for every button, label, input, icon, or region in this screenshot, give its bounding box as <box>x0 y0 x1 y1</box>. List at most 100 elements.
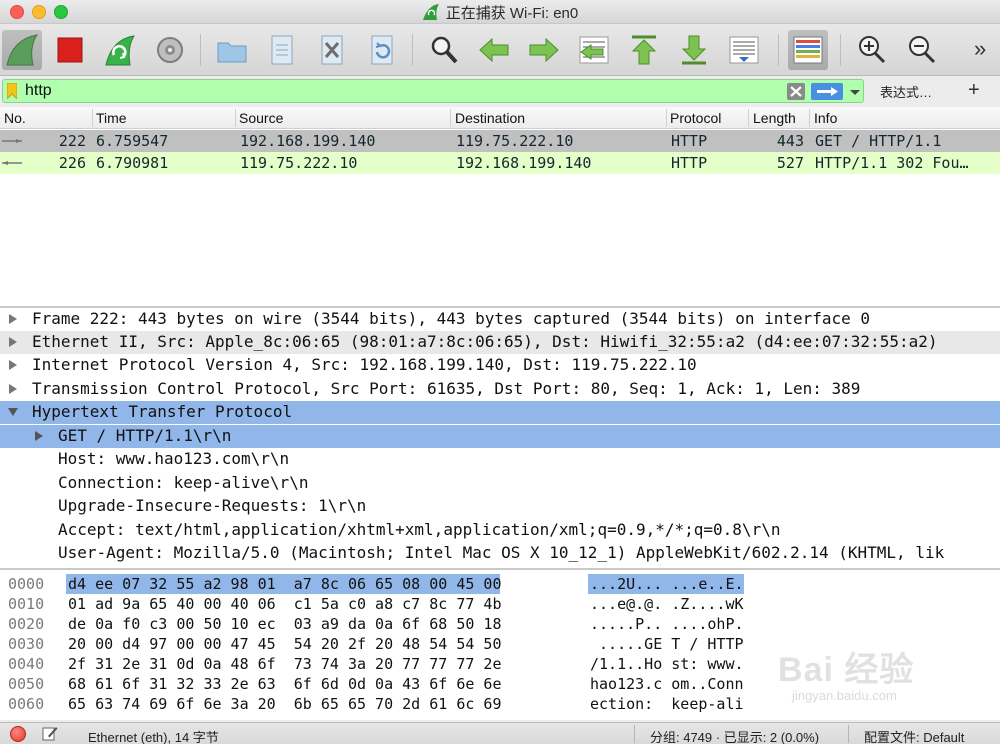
window-title: 正在捕获 Wi-Fi: en0 <box>445 5 579 22</box>
zoom-out-icon[interactable] <box>902 30 942 70</box>
tree-item-label: Frame 222: 443 bytes on wire (3544 bits)… <box>32 309 871 328</box>
packet-protocol: HTTP <box>671 132 708 150</box>
tree-item-label: Host: www.hao123.com\r\n <box>58 449 290 468</box>
tree-item-frame[interactable]: Frame 222: 443 bytes on wire (3544 bits)… <box>0 308 1000 331</box>
tree-item-upgrade[interactable]: Upgrade-Insecure-Requests: 1\r\n <box>0 495 1000 518</box>
expand-triangle-icon[interactable] <box>8 384 18 394</box>
tree-item-tcp[interactable]: Transmission Control Protocol, Src Port:… <box>0 378 1000 401</box>
tree-item-http[interactable]: Hypertext Transfer Protocol <box>0 401 1000 424</box>
main-toolbar: » <box>0 24 1000 76</box>
byte-offset: 0010 <box>8 595 45 613</box>
bookmark-icon[interactable] <box>7 83 17 99</box>
ascii-bytes: /1.1..Ho st: www. <box>590 655 744 673</box>
column-header-source[interactable]: Source <box>239 110 283 126</box>
find-packet-icon[interactable] <box>424 30 464 70</box>
go-first-icon[interactable] <box>624 30 664 70</box>
shark-fin-icon <box>422 4 439 20</box>
byte-offset: 0040 <box>8 655 45 673</box>
go-last-icon[interactable] <box>674 30 714 70</box>
tree-item-label: Transmission Control Protocol, Src Port:… <box>32 379 861 398</box>
watermark-url: jingyan.baidu.com <box>792 688 897 703</box>
response-arrow-icon <box>2 161 22 165</box>
collapse-triangle-icon[interactable] <box>8 407 18 417</box>
packet-row[interactable]: 226 6.790981 119.75.222.10 192.168.199.1… <box>0 152 1000 174</box>
tree-item-ethernet[interactable]: Ethernet II, Src: Apple_8c:06:65 (98:01:… <box>0 331 1000 354</box>
packet-time: 6.790981 <box>96 154 169 172</box>
packet-row[interactable]: 222 6.759547 192.168.199.140 119.75.222.… <box>0 130 1000 152</box>
tree-item-label: User-Agent: Mozilla/5.0 (Macintosh; Inte… <box>58 543 945 562</box>
expand-triangle-icon[interactable] <box>34 431 44 441</box>
shark-fin-start-icon[interactable] <box>2 30 42 70</box>
display-filter-input[interactable] <box>25 82 765 100</box>
column-header-time[interactable]: Time <box>96 110 127 126</box>
tree-item-accept[interactable]: Accept: text/html,application/xhtml+xml,… <box>0 519 1000 542</box>
baidu-jingyan-watermark: Bai 经验 jingyan.baidu.com <box>770 640 990 712</box>
packet-length: 443 <box>776 132 804 150</box>
request-arrow-icon <box>2 139 22 143</box>
tree-item-request-line[interactable]: GET / HTTP/1.1\r\n <box>0 425 1000 448</box>
ascii-bytes: hao123.c om..Conn <box>590 675 744 693</box>
tree-item-user-agent[interactable]: User-Agent: Mozilla/5.0 (Macintosh; Inte… <box>0 542 1000 565</box>
byte-offset: 0030 <box>8 635 45 653</box>
capture-options-icon[interactable] <box>150 30 190 70</box>
expand-triangle-icon[interactable] <box>8 337 18 347</box>
title-bar: 正在捕获 Wi-Fi: en0 <box>0 0 1000 24</box>
ascii-bytes: ...e@.@. .Z....wK <box>590 595 744 613</box>
window-title-wrap: 正在捕获 Wi-Fi: en0 <box>0 3 1000 23</box>
packet-source: 119.75.222.10 <box>240 154 358 172</box>
packet-no: 226 <box>58 154 86 172</box>
packet-length: 527 <box>776 154 804 172</box>
expert-info-icon[interactable] <box>10 726 26 742</box>
colorize-icon[interactable] <box>788 30 828 70</box>
column-header-info[interactable]: Info <box>814 110 837 126</box>
reload-file-icon[interactable] <box>362 30 402 70</box>
save-file-icon[interactable] <box>262 30 302 70</box>
stop-capture-icon[interactable] <box>50 30 90 70</box>
go-back-icon[interactable] <box>474 30 514 70</box>
hex-bytes: d4 ee 07 32 55 a2 98 01 a7 8c 06 65 08 0… <box>68 575 502 593</box>
status-packets-text: 分组: 4749 · 已显示: 2 (0.0%) <box>650 730 820 744</box>
column-header-no[interactable]: No. <box>4 110 26 126</box>
capture-comment-icon[interactable] <box>42 725 58 741</box>
toolbar-overflow-button[interactable]: » <box>974 36 986 62</box>
expression-button[interactable]: 表达式… <box>880 82 932 101</box>
hex-bytes: 68 61 6f 31 32 33 2e 63 6f 6d 0d 0a 43 6… <box>68 675 502 693</box>
bytes-line[interactable]: 0000 d4 ee 07 32 55 a2 98 01 a7 8c 06 65… <box>0 574 1000 594</box>
column-header-length[interactable]: Length <box>753 110 796 126</box>
open-file-icon[interactable] <box>212 30 252 70</box>
status-layer-text: Ethernet (eth), 14 字节 <box>88 730 219 744</box>
tree-item-label: Hypertext Transfer Protocol <box>32 402 293 421</box>
auto-scroll-icon[interactable] <box>724 30 764 70</box>
packet-list-header: No. Time Source Destination Protocol Len… <box>0 107 1000 129</box>
tree-item-label: Internet Protocol Version 4, Src: 192.16… <box>32 355 697 374</box>
bytes-line[interactable]: 0010 01 ad 9a 65 40 00 40 06 c1 5a c0 a8… <box>0 594 1000 614</box>
tree-item-label: Connection: keep-alive\r\n <box>58 473 309 492</box>
go-to-packet-icon[interactable] <box>574 30 614 70</box>
close-file-icon[interactable] <box>312 30 352 70</box>
byte-offset: 0000 <box>8 575 45 593</box>
add-filter-button[interactable]: + <box>968 79 980 102</box>
apply-filter-button[interactable] <box>811 83 843 100</box>
restart-capture-icon[interactable] <box>100 30 140 70</box>
display-filter-box <box>2 79 864 103</box>
tree-item-ip[interactable]: Internet Protocol Version 4, Src: 192.16… <box>0 354 1000 377</box>
tree-item-connection[interactable]: Connection: keep-alive\r\n <box>0 472 1000 495</box>
zoom-in-icon[interactable] <box>852 30 892 70</box>
column-header-protocol[interactable]: Protocol <box>670 110 721 126</box>
packet-source: 192.168.199.140 <box>240 132 376 150</box>
clear-filter-button[interactable] <box>787 83 805 100</box>
hex-bytes: 20 00 d4 97 00 00 47 45 54 20 2f 20 48 5… <box>68 635 502 653</box>
chevron-down-icon[interactable] <box>848 85 862 99</box>
status-bar: Ethernet (eth), 14 字节 分组: 4749 · 已显示: 2 … <box>0 722 1000 744</box>
ascii-bytes: .....GE T / HTTP <box>590 635 744 653</box>
hex-bytes: 65 63 74 69 6f 6e 3a 20 6b 65 65 70 2d 6… <box>68 695 502 713</box>
expand-triangle-icon[interactable] <box>8 314 18 324</box>
packet-no: 222 <box>58 132 86 150</box>
bytes-line[interactable]: 0020 de 0a f0 c3 00 50 10 ec 03 a9 da 0a… <box>0 614 1000 634</box>
expand-triangle-icon[interactable] <box>8 360 18 370</box>
packet-list: No. Time Source Destination Protocol Len… <box>0 107 1000 306</box>
tree-item-host[interactable]: Host: www.hao123.com\r\n <box>0 448 1000 471</box>
column-header-destination[interactable]: Destination <box>455 110 525 126</box>
status-profile-text[interactable]: 配置文件: Default <box>864 727 964 744</box>
go-forward-icon[interactable] <box>524 30 564 70</box>
